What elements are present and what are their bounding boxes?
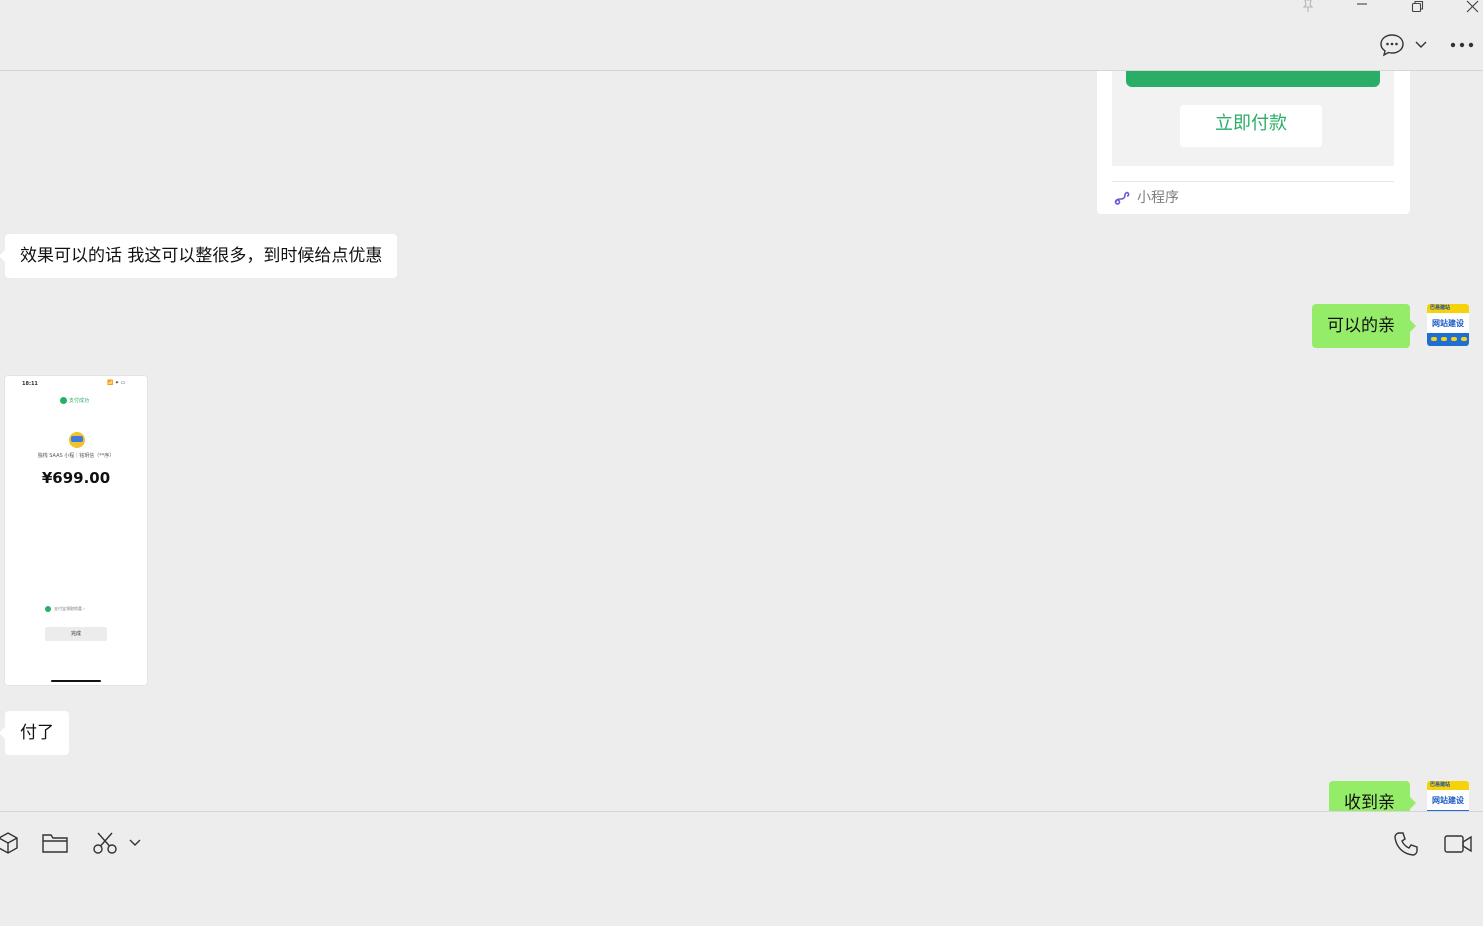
input-toolbar — [0, 811, 1483, 926]
promo-icon — [45, 606, 51, 612]
pay-now-button[interactable]: 立即付款 — [1180, 105, 1322, 147]
divider — [1112, 181, 1394, 182]
title-bar — [0, 0, 1483, 71]
avatar-tag: 巴易建站 — [1430, 305, 1451, 311]
payment-amount: ¥699.00 — [41, 469, 111, 487]
mini-program-card[interactable]: 立即付款 小程序 — [1097, 71, 1410, 214]
avatar-text: 网站建设 — [1432, 796, 1464, 805]
check-icon — [60, 397, 67, 404]
mini-program-banner — [1126, 71, 1380, 87]
status-time: 18:11 — [22, 381, 38, 387]
avatar-tag: 巴易建站 — [1430, 782, 1451, 788]
status-icons: 📶 ✦ ▭ — [107, 380, 126, 386]
message-bubble[interactable]: 效果可以的话 我这可以整很多，到时候给点优惠 — [0, 234, 398, 278]
promo-line: 支付宝领取惊喜 › — [45, 606, 85, 612]
phone-icon[interactable] — [1392, 830, 1420, 858]
close-icon[interactable] — [1462, 0, 1482, 14]
promo-text: 支付宝领取惊喜 › — [54, 606, 85, 611]
message-bubble[interactable]: 可以的亲 — [1312, 304, 1416, 348]
merchant-logo-mark — [71, 436, 83, 442]
avatar[interactable]: 巴易建站 网站建设 — [1427, 781, 1469, 811]
message-bubble[interactable]: 收到亲 — [1329, 781, 1416, 811]
more-icon[interactable] — [1448, 36, 1476, 54]
restore-icon[interactable] — [1407, 0, 1427, 14]
message-bubble[interactable]: 付了 — [0, 711, 69, 755]
folder-icon[interactable] — [40, 830, 70, 856]
image-message[interactable]: 18:11 📶 ✦ ▭ 支付成功 独栈 SAAS 小程｜铭玥信（**序） ¥69… — [5, 376, 147, 685]
mini-program-icon — [1113, 189, 1131, 207]
home-indicator — [51, 680, 101, 682]
avatar[interactable]: 巴易建站 网站建设 — [1427, 304, 1469, 346]
avatar-text: 网站建设 — [1432, 319, 1464, 328]
payment-success-badge: 支付成功 — [60, 397, 89, 404]
done-button: 完成 — [45, 627, 107, 641]
chevron-down-icon[interactable] — [126, 834, 144, 852]
pin-icon[interactable] — [1298, 0, 1318, 14]
video-icon[interactable] — [1442, 830, 1474, 858]
chat-messages[interactable]: 立即付款 小程序 效果可以的话 我这可以整很多，到时候给点优惠 可以的亲 巴易建… — [0, 71, 1483, 811]
chat-bubble-icon[interactable] — [1377, 32, 1407, 58]
chevron-down-icon[interactable] — [1412, 36, 1430, 54]
scissors-icon[interactable] — [90, 830, 120, 856]
mini-program-preview: 立即付款 — [1112, 71, 1394, 166]
mini-program-label: 小程序 — [1137, 190, 1179, 206]
merchant-name: 独栈 SAAS 小程｜铭玥信（**序） — [37, 453, 115, 459]
payment-success-text: 支付成功 — [69, 398, 90, 404]
cube-icon[interactable] — [0, 830, 20, 856]
minimize-icon[interactable] — [1352, 0, 1372, 12]
